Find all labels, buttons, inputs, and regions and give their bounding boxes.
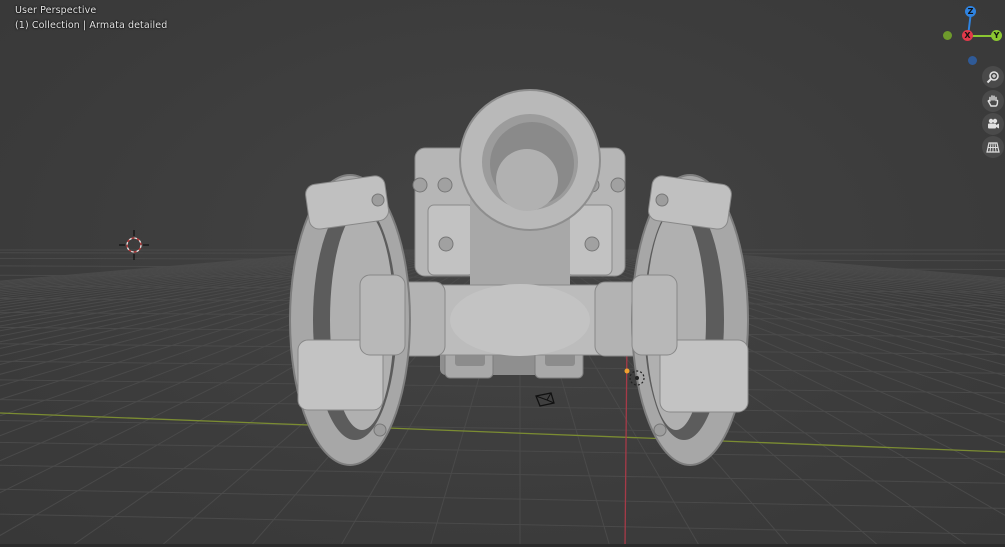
grid-line bbox=[0, 379, 1005, 394]
navigation-gizmo[interactable]: Z Y X bbox=[935, 0, 1005, 70]
origin-point-icon bbox=[624, 368, 630, 374]
y-axis-ball[interactable]: Y bbox=[991, 30, 1002, 41]
camera-icon bbox=[986, 117, 1000, 131]
x-axis-line bbox=[0, 412, 1005, 453]
grid-line bbox=[0, 488, 1005, 509]
pan-button[interactable] bbox=[982, 90, 1004, 112]
3d-viewport[interactable]: User Perspective (1) Collection | Armata… bbox=[0, 0, 1005, 547]
hand-icon bbox=[986, 94, 1000, 108]
x-axis-label: X bbox=[964, 31, 971, 40]
left-wheel bbox=[289, 174, 411, 466]
camera-view-button[interactable] bbox=[982, 113, 1004, 135]
camera-object-icon[interactable] bbox=[535, 392, 555, 407]
grid-line bbox=[0, 464, 1005, 484]
right-wheel bbox=[631, 174, 749, 466]
neg-y-axis-ball[interactable] bbox=[943, 31, 952, 40]
zoom-icon bbox=[986, 70, 1000, 84]
neg-z-axis-ball[interactable] bbox=[968, 56, 977, 65]
grid-icon bbox=[986, 140, 1000, 154]
floor-grid bbox=[0, 89, 1005, 547]
zoom-button[interactable] bbox=[982, 66, 1004, 88]
collection-object-label: (1) Collection | Armata detailed bbox=[15, 20, 168, 31]
x-axis-ball[interactable]: X bbox=[962, 30, 973, 41]
ortho-toggle-button[interactable] bbox=[982, 136, 1004, 158]
z-axis-label: Z bbox=[967, 7, 974, 16]
z-axis-ball[interactable]: Z bbox=[965, 6, 976, 17]
grid-line bbox=[0, 441, 1005, 460]
y-axis-label: Y bbox=[993, 31, 1000, 40]
grid-line bbox=[0, 399, 1005, 415]
view-perspective-label: User Perspective bbox=[15, 5, 97, 16]
cannon-mesh[interactable] bbox=[289, 89, 749, 466]
3d-cursor-icon[interactable] bbox=[119, 230, 149, 260]
